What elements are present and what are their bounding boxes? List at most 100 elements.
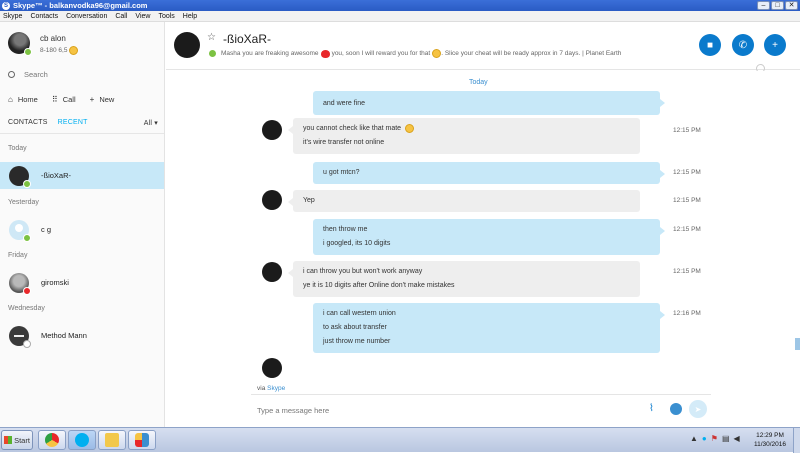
volume-icon[interactable]: ◀ (734, 434, 740, 443)
favorite-star-icon[interactable]: ☆ (207, 32, 216, 43)
taskbar-paint[interactable] (128, 430, 156, 450)
start-button[interactable]: Start (1, 430, 33, 450)
taskbar-chrome[interactable] (38, 430, 66, 450)
search-label: Search (24, 70, 48, 79)
menu-call[interactable]: Call (115, 13, 127, 20)
message-text: then throw me (323, 226, 368, 233)
online-status-icon (23, 233, 31, 242)
dialpad-icon: ⠿ (51, 95, 58, 104)
conversation-panel: ☆ -ßioXaR- Masha you are freaking awesom… (166, 22, 800, 427)
message-outgoing[interactable]: then throw me i googled, its 10 digits (313, 219, 665, 255)
search-icon (8, 71, 15, 78)
clock-date: 11/30/2016 (753, 441, 787, 448)
message-incoming[interactable]: Yep (288, 190, 640, 212)
message-text: you cannot check like that mate (303, 122, 630, 136)
maximize-button[interactable]: □ (771, 1, 784, 10)
call-button[interactable]: ⠿ Call (52, 95, 76, 104)
network-icon[interactable]: ▤ (722, 434, 730, 443)
message-list: Today and were fine you cannot check lik… (166, 71, 800, 381)
phone-icon: ✆ (738, 39, 748, 51)
taskbar-explorer[interactable] (98, 430, 126, 450)
menu-help[interactable]: Help (183, 13, 197, 20)
avatar (9, 325, 31, 348)
add-people-button[interactable]: + (764, 34, 786, 56)
menu-contacts[interactable]: Contacts (30, 13, 58, 20)
message-timestamp: 12:15 PM (673, 268, 701, 275)
menu-view[interactable]: View (135, 13, 150, 20)
mood-text-2: you, soon I will reward you for that (331, 50, 431, 57)
menu-tools[interactable]: Tools (158, 13, 174, 20)
message-outgoing[interactable]: and were fine (313, 91, 665, 115)
emoticon-button[interactable] (670, 403, 682, 415)
sidebar-item-cg[interactable]: c g (0, 216, 164, 243)
tab-recent[interactable]: RECENT (58, 119, 88, 127)
profile[interactable]: cb alon 8-180 6,5 (8, 32, 79, 56)
message-text: just throw me number (323, 338, 391, 345)
message-incoming[interactable]: you cannot check like that mate it's wir… (288, 118, 640, 154)
skype-tray-icon[interactable]: ● (702, 434, 707, 443)
menu-conversation[interactable]: Conversation (66, 13, 107, 20)
filter-dropdown[interactable]: All ▾ (144, 119, 158, 127)
message-text: i can throw you but won't work anyway (303, 268, 423, 275)
contact-name: Method Mann (41, 331, 87, 340)
video-call-button[interactable]: ■ (699, 34, 721, 56)
taskbar-skype[interactable] (68, 430, 96, 450)
voice-call-button[interactable]: ✆ (732, 34, 754, 56)
message-text-part: you cannot check like that mate (303, 125, 402, 132)
message-text: it's wire transfer not online (303, 139, 385, 146)
message-timestamp: 12:15 PM (673, 169, 701, 176)
windows-logo-icon (4, 436, 13, 444)
paint-icon (135, 433, 149, 447)
new-button[interactable]: + New (90, 95, 115, 104)
avatar[interactable] (262, 190, 282, 210)
home-icon: ⌂ (8, 95, 13, 104)
clock[interactable]: 12:29 PM 11/30/2016 (750, 431, 790, 449)
send-button[interactable]: ➤ (689, 400, 707, 418)
message-input[interactable]: Type a message here (257, 406, 329, 415)
sidebar-item-method-mann[interactable]: Method Mann (0, 322, 164, 349)
sidebar-item-bioxar[interactable]: -ßioXaR- (0, 162, 164, 189)
avatar[interactable] (262, 120, 282, 140)
avatar[interactable] (262, 262, 282, 282)
heart-icon (320, 49, 330, 58)
avatar (9, 165, 31, 188)
search-input[interactable]: Search (8, 70, 48, 79)
show-hidden-icons-icon[interactable]: ▲ (690, 434, 698, 443)
minimize-button[interactable]: – (757, 1, 770, 10)
window-title-bar: S Skype™ - balkanvodka96@gmail.com – □ ✕ (0, 0, 800, 11)
scrollbar[interactable] (795, 338, 800, 350)
show-desktop-button[interactable] (793, 428, 800, 453)
mood-text-3: . Slice your cheat will be ready approx … (441, 50, 622, 57)
section-friday: Friday (8, 252, 28, 259)
section-today: Today (8, 145, 27, 152)
message-timestamp: 12:15 PM (673, 226, 701, 233)
chevron-down-icon: ▾ (154, 120, 158, 127)
via-prefix: via (257, 385, 266, 392)
skype-logo-icon: S (2, 1, 10, 10)
message-text: Yep (303, 197, 315, 204)
message-outgoing[interactable]: u got mtcn? (313, 162, 665, 184)
flag-tray-icon[interactable]: ⚑ (711, 434, 718, 443)
menu-skype[interactable]: Skype (3, 13, 22, 20)
message-incoming[interactable]: i can throw you but won't work anyway ye… (288, 261, 640, 297)
sidebar-item-giromski[interactable]: giromski (0, 269, 164, 296)
tab-contacts[interactable]: CONTACTS (8, 119, 48, 127)
message-text: ye it is 10 digits after Online don't ma… (303, 282, 455, 289)
message-outgoing[interactable]: i can call western union to ask about tr… (313, 303, 665, 353)
paperclip-icon[interactable]: ⌇ (649, 403, 654, 414)
menu-bar: Skype Contacts Conversation Call View To… (0, 11, 800, 22)
close-button[interactable]: ✕ (785, 1, 798, 10)
avatar[interactable] (8, 32, 32, 56)
avatar (9, 219, 31, 242)
via-skype-link[interactable]: Skype (267, 385, 285, 392)
avatar (9, 272, 31, 295)
online-status-icon (23, 179, 31, 188)
home-button[interactable]: ⌂ Home (8, 95, 38, 104)
conversation-title[interactable]: -ßioXaR- (223, 32, 271, 46)
call-label: Call (62, 95, 76, 104)
plus-icon: + (89, 95, 95, 104)
smiley-icon (432, 49, 442, 58)
avatar[interactable] (262, 358, 282, 378)
start-label: Start (14, 435, 30, 445)
avatar[interactable] (174, 32, 200, 58)
